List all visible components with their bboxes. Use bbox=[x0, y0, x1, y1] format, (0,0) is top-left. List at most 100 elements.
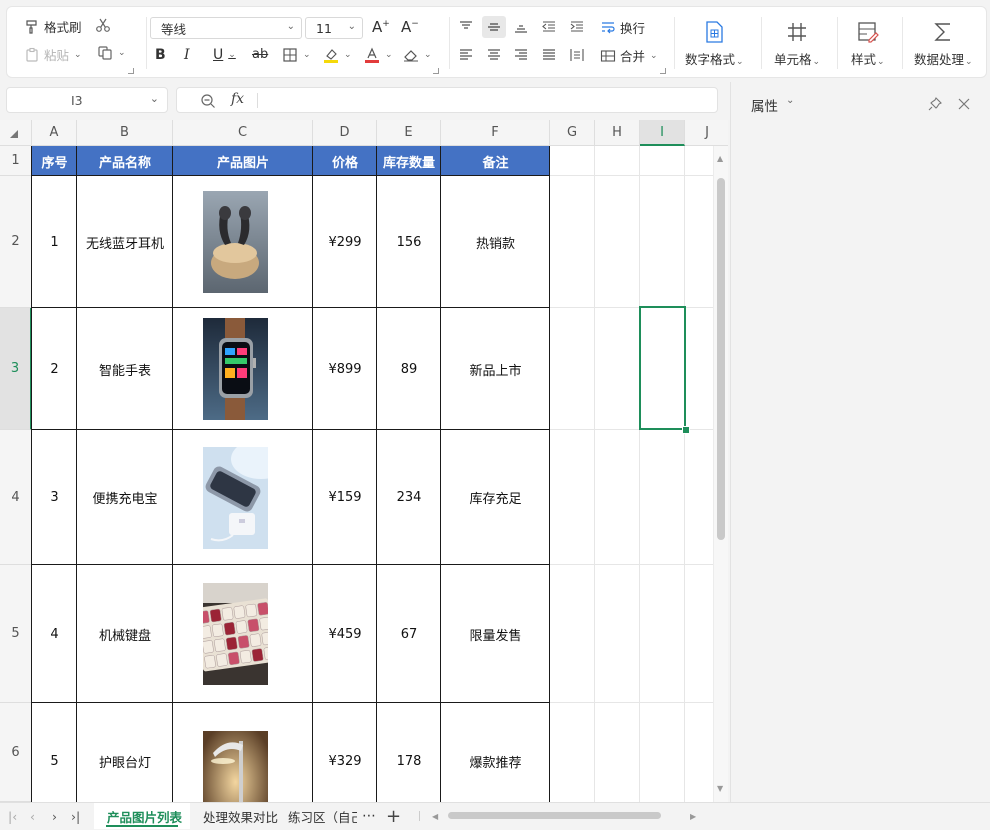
table-cell[interactable]: 178 bbox=[377, 703, 441, 802]
increase-indent-icon[interactable] bbox=[570, 20, 584, 34]
column-header[interactable]: F bbox=[441, 120, 550, 146]
prev-sheet-icon[interactable]: ‹ bbox=[30, 803, 35, 829]
border-button[interactable]: ⌄ bbox=[282, 47, 311, 63]
clipboard-launcher-icon[interactable] bbox=[128, 68, 134, 74]
bold-button[interactable]: B bbox=[155, 47, 166, 63]
style-button[interactable]: 样式⌄ bbox=[851, 21, 885, 68]
font-launcher-icon[interactable] bbox=[433, 68, 439, 74]
paste-button[interactable]: 粘贴 ⌄ bbox=[24, 45, 82, 64]
cell-button[interactable]: 单元格⌄ bbox=[774, 21, 820, 68]
table-cell[interactable]: 新品上市 bbox=[441, 308, 550, 430]
alignment-launcher-icon[interactable] bbox=[660, 68, 666, 74]
table-header-cell[interactable]: 序号 bbox=[32, 146, 77, 176]
table-cell[interactable]: 智能手表 bbox=[77, 308, 173, 430]
table-cell[interactable]: ¥899 bbox=[313, 308, 377, 430]
table-cell[interactable]: 5 bbox=[32, 703, 77, 802]
scroll-down-icon[interactable]: ▼ bbox=[717, 784, 723, 793]
column-header[interactable]: B bbox=[77, 120, 173, 146]
font-size-dropdown[interactable]: 11 ⌄ bbox=[305, 17, 363, 39]
product-image-cell[interactable] bbox=[173, 430, 313, 565]
sheet-tab[interactable]: 练习区（自己 bbox=[287, 803, 357, 829]
format-painter-button[interactable]: 格式刷 bbox=[24, 17, 82, 36]
spreadsheet-grid[interactable]: ABCDEFGHIJ 123456 序号 产品名称 产品图片 价格 库存数量 备注 1 无线蓝… bbox=[0, 120, 728, 802]
decrease-indent-icon[interactable] bbox=[542, 20, 556, 34]
table-cell[interactable]: 4 bbox=[32, 565, 77, 703]
justify-icon[interactable] bbox=[542, 48, 556, 62]
sheet-tab-active[interactable]: 产品图片列表 bbox=[94, 803, 190, 829]
merge-button[interactable]: 合并 ⌄ bbox=[600, 46, 658, 65]
table-header-cell[interactable]: 产品图片 bbox=[173, 146, 313, 176]
next-sheet-icon[interactable]: › bbox=[52, 803, 57, 829]
table-header-cell[interactable]: 产品名称 bbox=[77, 146, 173, 176]
table-cell[interactable]: 234 bbox=[377, 430, 441, 565]
decrease-font-button[interactable]: A− bbox=[401, 18, 419, 36]
align-bottom-icon[interactable] bbox=[514, 20, 528, 34]
row-header[interactable]: 4 bbox=[0, 430, 32, 565]
table-cell[interactable]: 3 bbox=[32, 430, 77, 565]
more-sheets-icon[interactable]: ⋯ bbox=[362, 803, 376, 829]
underline-button[interactable]: U ⌄ bbox=[213, 47, 236, 63]
product-image-cell[interactable] bbox=[173, 176, 313, 308]
scroll-left-icon[interactable]: ◀ bbox=[432, 803, 438, 829]
zoom-out-icon[interactable] bbox=[200, 93, 216, 109]
table-cell[interactable]: ¥459 bbox=[313, 565, 377, 703]
table-cell[interactable]: ¥159 bbox=[313, 430, 377, 565]
table-cell[interactable]: 便携充电宝 bbox=[77, 430, 173, 565]
add-sheet-icon[interactable]: + bbox=[386, 803, 401, 829]
fill-handle[interactable] bbox=[682, 426, 690, 434]
table-header-cell[interactable]: 备注 bbox=[441, 146, 550, 176]
font-color-button[interactable]: ⌄ bbox=[364, 47, 393, 63]
align-middle-button[interactable] bbox=[482, 16, 506, 38]
table-cell[interactable]: 156 bbox=[377, 176, 441, 308]
table-cell[interactable]: 2 bbox=[32, 308, 77, 430]
fx-icon[interactable]: fx bbox=[231, 91, 244, 107]
table-cell[interactable]: 无线蓝牙耳机 bbox=[77, 176, 173, 308]
table-cell[interactable]: 库存充足 bbox=[441, 430, 550, 565]
row-header[interactable]: 3 bbox=[0, 308, 32, 430]
table-header-cell[interactable]: 价格 bbox=[313, 146, 377, 176]
table-cell[interactable]: 热销款 bbox=[441, 176, 550, 308]
align-center-icon[interactable] bbox=[487, 48, 501, 62]
table-cell[interactable]: 护眼台灯 bbox=[77, 703, 173, 802]
table-cell[interactable]: 爆款推荐 bbox=[441, 703, 550, 802]
column-header[interactable]: E bbox=[377, 120, 441, 146]
table-cell[interactable]: 限量发售 bbox=[441, 565, 550, 703]
pin-icon[interactable] bbox=[928, 97, 942, 111]
chevron-down-icon[interactable]: ⌄ bbox=[150, 92, 159, 105]
product-image-cell[interactable] bbox=[173, 703, 313, 802]
distribute-icon[interactable] bbox=[570, 48, 584, 62]
italic-button[interactable]: I bbox=[184, 47, 190, 63]
close-icon[interactable] bbox=[958, 98, 970, 110]
table-header-cell[interactable]: 库存数量 bbox=[377, 146, 441, 176]
column-header[interactable]: C bbox=[173, 120, 313, 146]
scroll-up-icon[interactable]: ▲ bbox=[717, 154, 723, 163]
table-cell[interactable]: ¥299 bbox=[313, 176, 377, 308]
product-image-cell[interactable] bbox=[173, 565, 313, 703]
column-header[interactable]: J bbox=[685, 120, 728, 146]
clear-format-button[interactable]: ⌄ bbox=[403, 47, 432, 63]
wrap-text-button[interactable]: 换行 bbox=[600, 18, 645, 37]
scroll-right-icon[interactable]: ▶ bbox=[690, 803, 696, 829]
data-process-button[interactable]: 数据处理⌄ bbox=[914, 21, 973, 68]
row-header[interactable]: 2 bbox=[0, 176, 32, 308]
table-cell[interactable]: 67 bbox=[377, 565, 441, 703]
align-right-icon[interactable] bbox=[514, 48, 528, 62]
vertical-scroll-thumb[interactable] bbox=[717, 178, 725, 540]
column-header[interactable]: A bbox=[32, 120, 77, 146]
increase-font-button[interactable]: A+ bbox=[372, 18, 390, 36]
font-name-dropdown[interactable]: 等线 ⌄ bbox=[150, 17, 302, 39]
row-header[interactable]: 6 bbox=[0, 703, 32, 802]
first-sheet-icon[interactable]: |‹ bbox=[8, 803, 17, 829]
select-all-corner[interactable] bbox=[0, 120, 32, 146]
table-cell[interactable]: 1 bbox=[32, 176, 77, 308]
chevron-down-icon[interactable]: ⌄ bbox=[786, 95, 794, 106]
table-cell[interactable]: 89 bbox=[377, 308, 441, 430]
row-header[interactable]: 1 bbox=[0, 146, 32, 176]
horizontal-scroll-thumb[interactable] bbox=[448, 812, 661, 819]
name-box[interactable]: I3 ⌄ bbox=[6, 87, 168, 113]
row-header[interactable]: 5 bbox=[0, 565, 32, 703]
sheet-tab[interactable]: 处理效果对比 bbox=[203, 803, 278, 829]
column-header[interactable]: H bbox=[595, 120, 640, 146]
product-image-cell[interactable] bbox=[173, 308, 313, 430]
align-top-icon[interactable] bbox=[459, 20, 473, 34]
